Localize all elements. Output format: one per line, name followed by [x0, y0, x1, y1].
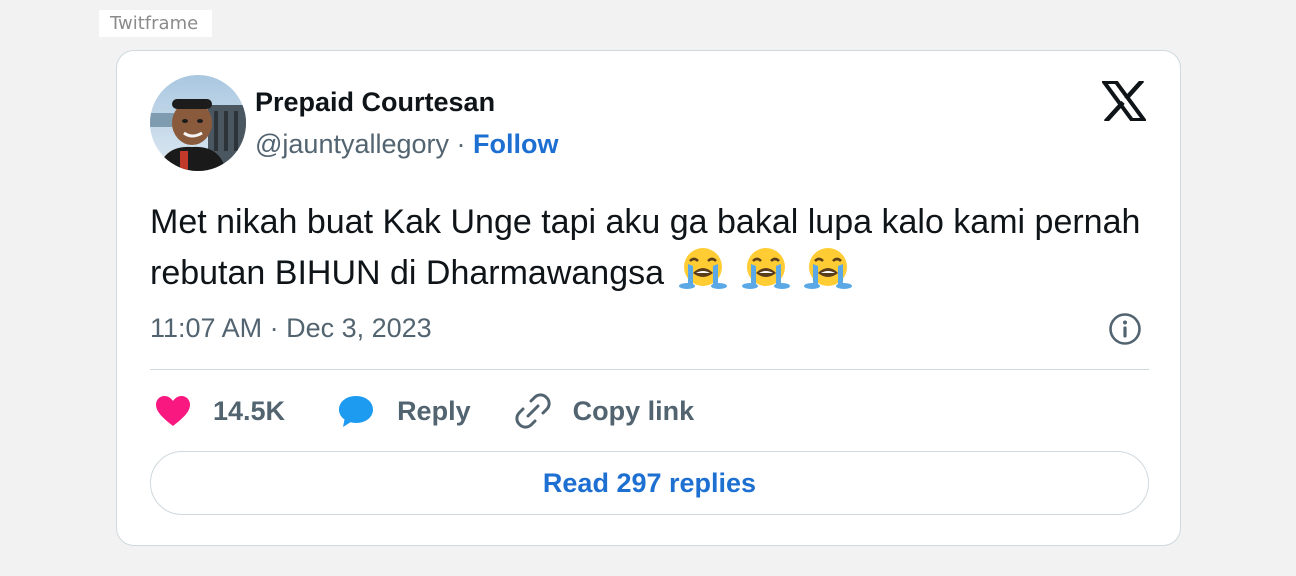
reply-button[interactable]: Reply [337, 394, 471, 428]
follow-link[interactable]: Follow [473, 129, 558, 159]
loudly-crying-face-icon [804, 246, 853, 290]
tweet-text-block: Met nikah buat Kak Unge tapi aku ga baka… [150, 199, 1160, 303]
like-count: 14.5K [213, 395, 286, 426]
author-handle[interactable]: @jauntyallegory [255, 129, 449, 159]
tweet-card: Prepaid Courtesan @jauntyallegory · Foll… [116, 50, 1181, 546]
loudly-crying-face-icon [741, 246, 790, 290]
handle-separator: · [456, 129, 466, 159]
info-icon[interactable] [1108, 312, 1142, 346]
avatar[interactable] [150, 75, 246, 171]
action-bar: 14.5K Reply Copy link [155, 391, 694, 431]
reply-label: Reply [397, 395, 471, 426]
copy-link-button[interactable]: Copy link [514, 393, 695, 429]
emoji-row [679, 246, 857, 303]
read-replies-button[interactable]: Read 297 replies [150, 451, 1149, 515]
tweet-text: Met nikah buat Kak Unge tapi aku ga baka… [150, 203, 1141, 292]
speech-bubble-icon [337, 394, 375, 428]
like-button[interactable]: 14.5K [155, 395, 285, 427]
heart-icon [155, 395, 191, 427]
author-name[interactable]: Prepaid Courtesan [255, 87, 495, 118]
copy-link-label: Copy link [572, 395, 695, 426]
x-logo-icon[interactable] [1100, 78, 1148, 124]
tweet-timestamp[interactable]: 11:07 AM · Dec 3, 2023 [150, 313, 432, 344]
link-icon [514, 393, 551, 429]
frame-label: Twitframe [99, 10, 212, 37]
handle-row: @jauntyallegory · Follow [255, 129, 559, 160]
loudly-crying-face-icon [679, 246, 728, 290]
divider [150, 369, 1149, 370]
avatar-image [150, 75, 246, 171]
